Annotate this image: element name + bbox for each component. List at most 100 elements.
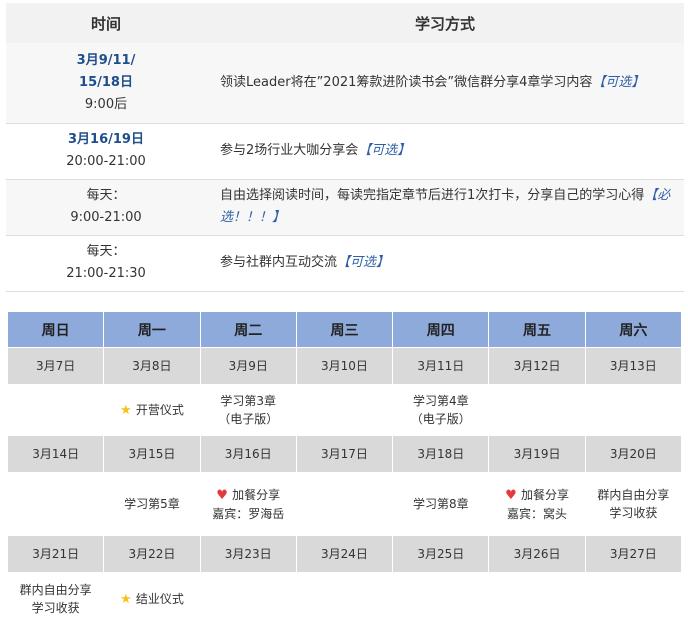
event-title: 开营仪式 [135, 402, 184, 417]
event-detail: （电子版） [410, 412, 471, 426]
schedule-date: 3月9/11/ [76, 52, 136, 68]
calendar-event-cell [393, 573, 490, 626]
calendar-event-cell: 群内自由分享 学习收获 [585, 473, 682, 536]
calendar-event-cell [296, 573, 394, 626]
calendar-date-cell: 3月19日 [489, 436, 586, 473]
event-line: ★ 结业仪式 [105, 590, 198, 609]
calendar-date-row: 3月14日 3月15日 3月16日 3月17日 3月18日 3月19日 3月20日 [8, 436, 682, 473]
calendar-date-row: 3月21日 3月22日 3月23日 3月24日 3月25日 3月26日 3月27日 [8, 536, 682, 573]
schedule-method-cell: 领读Leader将在”2021筹款进阶读书会”微信群分享4章学习内容【可选】 [206, 43, 684, 124]
weekday-mon: 周一 [104, 312, 201, 348]
calendar-event-row: 学习第5章 ♥ 加餐分享 嘉宾：罗海岳 学习第8章 ♥ 加餐分享 嘉宾：窝头 群内自由分享学… [8, 473, 682, 536]
schedule-method-text: 参与2场行业大咖分享会 [220, 143, 359, 158]
calendar-date-cell: 3月18日 [393, 436, 490, 473]
event-detail: 嘉宾：窝头 [507, 506, 568, 521]
schedule-date: 3月16/19日 [68, 132, 144, 147]
calendar-event-cell [585, 573, 682, 626]
calendar-event-cell [296, 473, 394, 536]
schedule-time: 9:00后 [84, 96, 128, 112]
event-title: 学习第4章 [412, 394, 469, 408]
heart-icon: ♥ [505, 487, 521, 503]
schedule-method-cell: 自由选择阅读时间，每读完指定章节后进行1次打卡，分享自己的学习心得【必选！！！】 [206, 179, 684, 236]
calendar-date-cell: 3月20日 [585, 436, 682, 473]
schedule-tag: 【可选】 [358, 143, 411, 158]
calendar-event-cell [200, 573, 297, 626]
event-line: ♥ 加餐分享 [490, 486, 583, 505]
event-title: 结业仪式 [135, 591, 184, 606]
calendar-event-cell [489, 385, 586, 436]
schedule-time: 9:00-21:00 [70, 210, 142, 225]
calendar-event-cell: 学习第4章 （电子版） [393, 385, 490, 436]
calendar-date-cell: 3月22日 [104, 536, 201, 573]
schedule-row: 3月16/19日 20:00-21:00 参与2场行业大咖分享会【可选】 [6, 123, 684, 180]
calendar-date-cell: 3月23日 [200, 536, 297, 573]
calendar-event-cell: 学习第8章 [393, 473, 490, 536]
weekday-tue: 周二 [200, 312, 297, 348]
weekday-thu: 周四 [393, 312, 490, 348]
calendar-date-cell: 3月11日 [393, 348, 490, 385]
heart-icon: ♥ [216, 487, 233, 503]
header-method: 学习方式 [206, 3, 684, 43]
calendar-date-cell: 3月7日 [8, 348, 105, 385]
event-title: 学习第5章 [124, 497, 180, 511]
event-title: 加餐分享 [520, 487, 569, 502]
schedule-table: 时间 学习方式 3月9/11/ 15/18日 9:00后 领读Leader将在”… [6, 3, 684, 292]
calendar-event-cell: 学习第3章 （电子版） [200, 385, 297, 436]
weekday-wed: 周三 [296, 312, 394, 348]
schedule-row: 每天： 9:00-21:00 自由选择阅读时间，每读完指定章节后进行1次打卡，分… [6, 179, 684, 236]
schedule-time-cell: 每天： 21:00-21:30 [6, 235, 206, 292]
calendar-event-row: 群内自由分享 学习收获 ★ 结业仪式 [8, 573, 682, 626]
schedule-date: 15/18日 [79, 74, 133, 90]
calendar-event-cell: ★ 结业仪式 [104, 573, 201, 626]
calendar-date-cell: 3月27日 [585, 536, 682, 573]
schedule-time-cell: 3月9/11/ 15/18日 9:00后 [6, 43, 206, 124]
calendar-date-row: 3月7日 3月8日 3月9日 3月10日 3月11日 3月12日 3月13日 [8, 348, 682, 385]
calendar-date-cell: 3月21日 [8, 536, 105, 573]
calendar-table: 周日 周一 周二 周三 周四 周五 周六 3月7日 3月8日 3月9日 3月10日 3月… [8, 312, 682, 626]
event-detail: 嘉宾：罗海岳 [212, 506, 285, 521]
calendar-date-cell: 3月9日 [200, 348, 297, 385]
schedule-method-cell: 参与社群内互动交流【可选】 [206, 235, 684, 292]
calendar-event-cell [296, 385, 394, 436]
calendar-date-cell: 3月24日 [296, 536, 394, 573]
schedule-day-label: 每天： [86, 244, 126, 259]
event-title: 学习第8章 [412, 497, 469, 511]
schedule-tag: 【可选】 [337, 255, 390, 270]
event-line: 学习第5章 [105, 495, 198, 513]
calendar-header-row: 周日 周一 周二 周三 周四 周五 周六 [8, 312, 682, 348]
event-line: ♥ 加餐分享 [202, 486, 295, 505]
calendar-date-cell: 3月17日 [296, 436, 394, 473]
calendar-date-cell: 3月15日 [104, 436, 201, 473]
calendar-date-cell: 3月25日 [393, 536, 490, 573]
calendar-event-cell: ♥ 加餐分享 嘉宾：罗海岳 [200, 473, 297, 536]
event-title: 学习第3章 [220, 394, 277, 408]
schedule-method-text: 自由选择阅读时间，每读完指定章节后进行1次打卡，分享自己的学习心得 [220, 188, 645, 203]
weekday-sat: 周六 [585, 312, 682, 348]
calendar-date-cell: 3月8日 [104, 348, 201, 385]
event-title: 加餐分享 [232, 487, 281, 502]
weekday-sun: 周日 [8, 312, 105, 348]
calendar-date-cell: 3月13日 [585, 348, 682, 385]
calendar-date-cell: 3月26日 [489, 536, 586, 573]
event-line: 群内自由分享 [9, 581, 102, 599]
event-detail: （电子版） [218, 412, 279, 426]
event-title: 群内自由分享 [597, 488, 670, 502]
header-time: 时间 [6, 3, 206, 43]
star-icon: ★ [120, 402, 136, 418]
calendar-event-cell [8, 473, 105, 536]
calendar-event-cell: 群内自由分享 学习收获 [8, 573, 105, 626]
event-detail: 学习收获 [609, 506, 658, 520]
schedule-method-text: 领读Leader将在”2021筹款进阶读书会”微信群分享4章学习内容 [220, 74, 593, 90]
schedule-row: 每天： 21:00-21:30 参与社群内互动交流【可选】 [6, 235, 684, 292]
schedule-tag: 【可选】 [592, 74, 645, 90]
schedule-time: 21:00-21:30 [66, 266, 146, 281]
calendar-event-cell [489, 573, 586, 626]
event-line: ★ 开营仪式 [105, 401, 198, 420]
star-icon: ★ [120, 591, 136, 607]
schedule-time: 20:00-21:00 [66, 154, 146, 169]
event-line: 学习第3章 [202, 392, 295, 410]
schedule-time-cell: 3月16/19日 20:00-21:00 [6, 123, 206, 180]
calendar-date-cell: 3月14日 [8, 436, 105, 473]
calendar-event-cell: 学习第5章 [104, 473, 201, 536]
event-line: 群内自由分享 [587, 486, 680, 504]
